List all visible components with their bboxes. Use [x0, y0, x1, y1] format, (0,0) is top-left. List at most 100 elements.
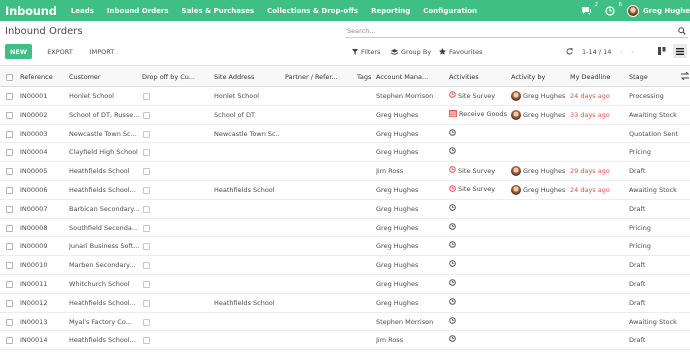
row-checkbox[interactable] — [6, 186, 13, 194]
activity-cell[interactable] — [449, 335, 458, 344]
menu-sales-purchases[interactable]: Sales & Purchases — [182, 7, 255, 15]
activity-cell[interactable]: Site Survey — [449, 185, 495, 194]
menu-configuration[interactable]: Configuration — [423, 7, 477, 15]
site-address-cell: Heathfields School — [214, 298, 275, 307]
activity-cell[interactable] — [449, 316, 458, 326]
deadline-cell: 24 days ago — [570, 185, 610, 194]
row-checkbox[interactable] — [6, 149, 13, 157]
row-checkbox[interactable] — [6, 111, 13, 119]
activity-cell[interactable]: Receive Goods — [449, 109, 507, 119]
activity-cell[interactable] — [449, 297, 458, 307]
row-checkbox[interactable] — [6, 299, 13, 307]
dropoff-checkbox[interactable] — [143, 262, 150, 270]
row-checkbox[interactable] — [6, 168, 13, 176]
dropoff-checkbox[interactable] — [143, 111, 150, 119]
row-checkbox[interactable] — [6, 205, 13, 213]
col-my-deadline[interactable]: My Deadline — [570, 73, 610, 81]
activity-cell[interactable]: Site Survey — [449, 91, 495, 100]
table-row[interactable]: IN00013 Myal's Factory Co... Stephen Morri… — [0, 313, 690, 332]
menu-inbound-orders[interactable]: Inbound Orders — [107, 7, 169, 15]
row-checkbox[interactable] — [6, 130, 13, 138]
dropoff-checkbox[interactable] — [143, 318, 150, 326]
table-row[interactable]: IN00014 Heathfields School... Jim Ross Draf… — [0, 331, 690, 351]
pager-next-icon[interactable]: › — [631, 48, 634, 56]
table-row[interactable]: IN00010 Marben Secondary... Greg Hughes Dra… — [0, 256, 690, 275]
col-reference[interactable]: Reference — [20, 73, 53, 81]
col-account-manager[interactable]: Account Mana... — [376, 73, 442, 81]
favourites-button[interactable]: Favourites — [439, 45, 482, 58]
select-all-checkbox[interactable] — [6, 74, 13, 81]
account-manager-cell: Greg Hughes — [376, 242, 419, 251]
row-checkbox[interactable] — [6, 280, 13, 288]
table-row[interactable]: IN00003 Newcastle Town Sc... Newcastle Tow… — [0, 125, 690, 144]
row-checkbox[interactable] — [6, 243, 13, 251]
refresh-icon[interactable] — [566, 48, 573, 55]
dropoff-checkbox[interactable] — [143, 186, 150, 194]
list-view-icon[interactable] — [673, 44, 687, 58]
table-row[interactable]: IN00005 Heathfields School Jim Ross Site Su… — [0, 162, 690, 181]
table-row[interactable]: IN00008 Southfield Seconda... Greg Hughes P… — [0, 219, 690, 238]
col-dropoff[interactable]: Drop off by Cu... — [142, 73, 206, 81]
col-site-address[interactable]: Site Address — [214, 73, 254, 81]
dropoff-checkbox[interactable] — [143, 168, 150, 176]
dropoff-checkbox[interactable] — [143, 130, 150, 138]
activity-cell[interactable]: Site Survey — [449, 166, 495, 175]
dropoff-checkbox[interactable] — [143, 224, 150, 232]
col-activities[interactable]: Activities — [449, 73, 479, 81]
account-manager-cell: Greg Hughes — [376, 110, 419, 119]
customer-cell: Newcastle Town Sc... — [69, 129, 137, 138]
table-row[interactable]: IN00002 School of DT, Russe... School of D… — [0, 106, 690, 125]
user-name[interactable]: Greg Hughe — [643, 7, 690, 15]
menu-reporting[interactable]: Reporting — [371, 7, 410, 15]
activity-cell[interactable] — [449, 222, 458, 232]
activity-cell[interactable] — [449, 128, 458, 138]
column-settings-icon[interactable] — [681, 72, 689, 82]
table-row[interactable]: IN00006 Heathfields School... Heathfields … — [0, 181, 690, 200]
menu-leads[interactable]: Leads — [71, 7, 94, 15]
row-checkbox[interactable] — [6, 224, 13, 232]
table-row[interactable]: IN00007 Barbican Secondary... Greg Hughes D… — [0, 200, 690, 219]
table-row[interactable]: IN00011 Whitchurch School Greg Hughes Draft — [0, 275, 690, 294]
new-button[interactable]: NEW — [5, 44, 32, 59]
dropoff-checkbox[interactable] — [143, 243, 150, 251]
app-brand[interactable]: Inbound — [5, 4, 57, 18]
activity-cell[interactable] — [449, 260, 458, 269]
export-button[interactable]: EXPORT — [40, 44, 80, 59]
dropoff-checkbox[interactable] — [143, 280, 150, 288]
table-row[interactable]: IN00001 Honlet School Honlet School Stephen… — [0, 87, 690, 106]
col-partner[interactable]: Partner / Refer... — [285, 73, 349, 81]
site-address-cell: Newcastle Town Sc... — [214, 129, 280, 138]
table-row[interactable]: IN00004 Clayfield High School Greg Hughes P… — [0, 143, 690, 163]
group-by-button[interactable]: Group By — [391, 45, 431, 58]
search-input[interactable] — [345, 25, 665, 37]
filters-button[interactable]: Filters — [352, 45, 380, 58]
row-checkbox[interactable] — [6, 93, 13, 100]
dropoff-checkbox[interactable] — [143, 149, 150, 157]
activity-cell[interactable] — [449, 279, 458, 288]
search-icon[interactable] — [678, 27, 686, 37]
user-avatar[interactable] — [627, 4, 640, 17]
col-activity-by[interactable]: Activity by — [511, 73, 545, 81]
col-customer[interactable]: Customer — [69, 73, 135, 81]
col-stage[interactable]: Stage — [629, 73, 648, 81]
dropoff-checkbox[interactable] — [143, 205, 150, 213]
kanban-view-icon[interactable] — [655, 44, 669, 58]
row-checkbox[interactable] — [6, 262, 13, 270]
table-row[interactable]: IN00009 Junari Business Soft... Greg Hughe… — [0, 237, 690, 257]
dropoff-checkbox[interactable] — [143, 93, 150, 100]
dropoff-checkbox[interactable] — [143, 337, 150, 345]
activity-cell[interactable] — [449, 203, 458, 213]
table-row[interactable]: IN00012 Heathfields School... Heathfields … — [0, 294, 690, 313]
activity-cell[interactable] — [449, 241, 458, 250]
col-tags[interactable]: Tags — [357, 73, 371, 81]
import-button[interactable]: IMPORT — [83, 44, 121, 59]
activity-cell[interactable] — [449, 147, 458, 156]
row-checkbox[interactable] — [6, 318, 13, 326]
menu-collections-dropoffs[interactable]: Collections & Drop-offs — [267, 7, 358, 15]
pager-value[interactable]: 1-14 / 14 — [582, 48, 611, 56]
pager-prev-icon[interactable]: ‹ — [620, 48, 623, 56]
row-checkbox[interactable] — [6, 337, 13, 345]
activity-clock-icon[interactable]: 6 — [603, 2, 622, 18]
chat-icon[interactable]: 2 — [579, 2, 598, 18]
dropoff-checkbox[interactable] — [143, 299, 150, 307]
